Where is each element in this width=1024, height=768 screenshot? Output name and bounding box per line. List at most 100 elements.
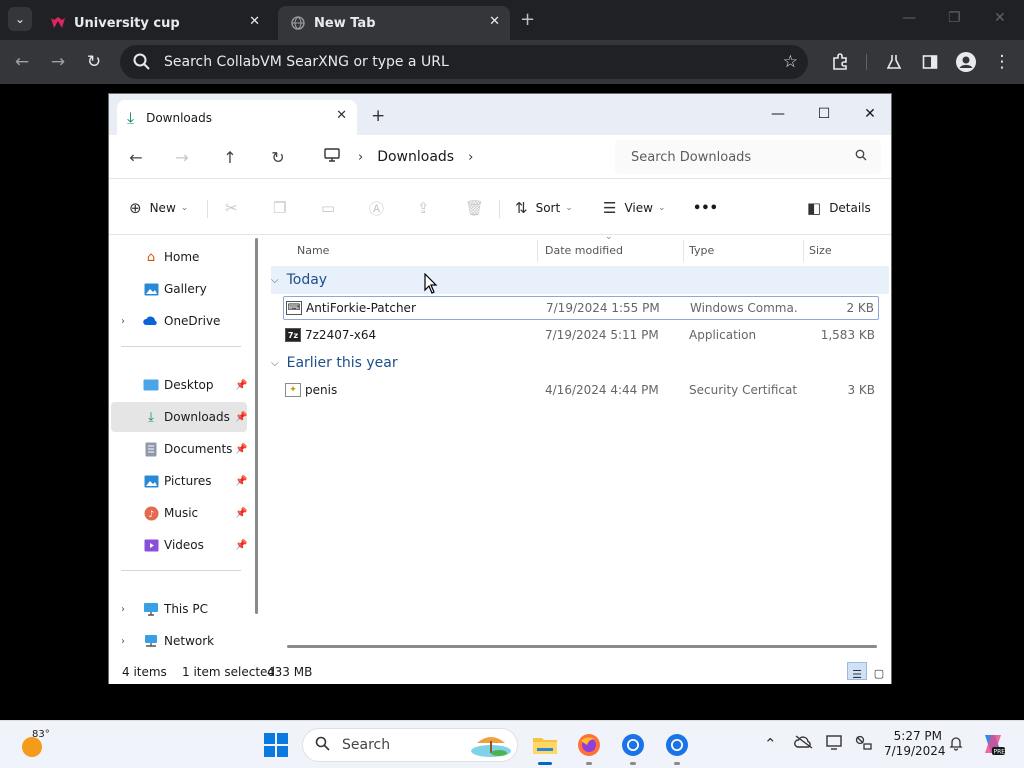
- notification-bell-icon[interactable]: [948, 735, 964, 755]
- paste-button[interactable]: ▭: [321, 196, 343, 220]
- close-tab-icon[interactable]: ✕: [489, 14, 500, 29]
- taskbar-search-box[interactable]: Search: [302, 728, 518, 762]
- copilot-pre-icon[interactable]: PRE: [980, 731, 1006, 761]
- sidebar-item-desktop[interactable]: Desktop 📌: [111, 370, 247, 400]
- browser-tab-university-cup[interactable]: University cup ✕: [38, 6, 270, 40]
- reload-icon[interactable]: ↻: [82, 50, 106, 74]
- refresh-icon[interactable]: ↻: [265, 145, 291, 169]
- copy-button[interactable]: ❐: [273, 196, 294, 220]
- pin-icon[interactable]: 📌: [235, 444, 247, 455]
- close-window-icon[interactable]: ✕: [994, 10, 1006, 26]
- breadcrumb-downloads[interactable]: Downloads: [377, 149, 454, 165]
- pin-icon[interactable]: 📌: [235, 412, 247, 423]
- column-header-type[interactable]: Type: [689, 236, 714, 264]
- show-hidden-icons-chevron-up-icon[interactable]: ⌃: [764, 735, 777, 753]
- new-tab-button[interactable]: +: [520, 9, 535, 30]
- file-row-antiforkie-patcher[interactable]: ⌨ AntiForkie-Patcher 7/19/2024 1:55 PM W…: [283, 296, 879, 320]
- share-button[interactable]: ⇪: [417, 196, 438, 220]
- file-row-penis[interactable]: ✦ penis 4/16/2024 4:44 PM Security Certi…: [283, 379, 879, 403]
- column-divider[interactable]: [683, 240, 684, 262]
- minimize-icon[interactable]: —: [763, 102, 793, 126]
- tiles-view-button[interactable]: ▢: [869, 662, 889, 680]
- cut-button[interactable]: ✂: [225, 196, 246, 220]
- sidebar-item-music[interactable]: ♪ Music 📌: [111, 498, 247, 528]
- breadcrumb-chevron-icon[interactable]: ›: [358, 150, 363, 165]
- delete-button[interactable]: 🗑: [465, 196, 492, 220]
- explorer-tab-downloads[interactable]: ⤓ Downloads ✕: [117, 100, 357, 135]
- column-divider[interactable]: [803, 240, 804, 262]
- close-tab-icon[interactable]: ✕: [249, 14, 260, 29]
- more-menu-icon[interactable]: ⋮: [990, 50, 1014, 74]
- breadcrumb-chevron-icon[interactable]: ›: [468, 150, 473, 165]
- browser-tab-new-tab[interactable]: New Tab ✕: [278, 6, 510, 40]
- weather-widget[interactable]: 83°: [20, 729, 50, 757]
- pin-icon[interactable]: 📌: [235, 508, 247, 519]
- omnibox[interactable]: ☆: [120, 45, 808, 79]
- sidebar-item-videos[interactable]: Videos 📌: [111, 530, 247, 560]
- file-row-7z2407-x64[interactable]: 7z 7z2407-x64 7/19/2024 5:11 PM Applicat…: [283, 324, 879, 348]
- extensions-puzzle-icon[interactable]: [828, 50, 852, 74]
- start-button-windows-icon[interactable]: [264, 733, 288, 757]
- new-button[interactable]: ⊕ New ⌄: [129, 196, 188, 220]
- details-pane-button[interactable]: ◧ Details: [807, 196, 871, 220]
- back-arrow-icon[interactable]: ←: [10, 50, 34, 74]
- explorer-search-box[interactable]: [615, 140, 881, 174]
- group-header-earlier-this-year[interactable]: ⌵ Earlier this year: [271, 349, 398, 377]
- taskbar-firefox[interactable]: [574, 730, 604, 765]
- details-view-button[interactable]: ☰: [847, 662, 867, 681]
- address-bar[interactable]: › Downloads ›: [314, 140, 606, 174]
- pin-icon[interactable]: 📌: [235, 540, 247, 551]
- restore-icon[interactable]: ❐: [948, 10, 961, 26]
- column-header-name[interactable]: Name: [297, 236, 329, 264]
- back-arrow-icon[interactable]: ←: [123, 145, 149, 169]
- sidebar-item-documents[interactable]: Documents 📌: [111, 434, 247, 464]
- sidebar-item-onedrive[interactable]: › OneDrive: [111, 306, 247, 336]
- column-header-date-modified[interactable]: Date modified: [545, 236, 623, 264]
- display-settings-icon[interactable]: [826, 735, 844, 755]
- sidebar-item-gallery[interactable]: Gallery: [111, 274, 247, 304]
- profile-avatar-icon[interactable]: [954, 50, 978, 74]
- sidebar-item-this-pc[interactable]: › This PC: [111, 594, 247, 624]
- sidebar-item-label: Network: [164, 634, 215, 648]
- expand-chevron-icon[interactable]: ›: [121, 636, 125, 647]
- group-header-today[interactable]: ⌵ Today: [271, 266, 889, 294]
- pin-icon[interactable]: 📌: [235, 476, 247, 487]
- column-divider[interactable]: [537, 240, 538, 262]
- bookmark-star-icon[interactable]: ☆: [783, 52, 798, 72]
- sort-button[interactable]: ⇅ Sort ⌄: [515, 196, 573, 220]
- labs-flask-icon[interactable]: [882, 50, 906, 74]
- view-button[interactable]: ☰ View ⌄: [603, 196, 665, 220]
- onedrive-offline-icon[interactable]: [794, 735, 814, 753]
- more-options-button[interactable]: •••: [693, 196, 718, 220]
- rename-button[interactable]: Ⓐ: [369, 196, 392, 220]
- omnibox-input[interactable]: [164, 54, 764, 70]
- sidebar-item-network[interactable]: › Network: [111, 626, 247, 656]
- column-header-size[interactable]: Size: [809, 236, 832, 264]
- globe-icon: [290, 15, 306, 31]
- sidebar-scrollbar[interactable]: [255, 238, 258, 614]
- new-tab-button[interactable]: +: [371, 106, 385, 126]
- close-window-icon[interactable]: ✕: [855, 102, 885, 126]
- taskbar-chrome[interactable]: [618, 730, 648, 765]
- tab-search-button[interactable]: ⌄: [8, 7, 32, 31]
- expand-chevron-icon[interactable]: ›: [121, 316, 125, 327]
- up-arrow-icon[interactable]: ↑: [217, 145, 243, 169]
- pin-icon[interactable]: 📌: [235, 380, 247, 391]
- close-tab-icon[interactable]: ✕: [336, 108, 347, 123]
- rename-icon: Ⓐ: [369, 199, 385, 218]
- forward-arrow-icon[interactable]: →: [46, 50, 70, 74]
- taskbar-clock[interactable]: 5:27 PM 7/19/2024: [884, 729, 946, 759]
- minimize-icon[interactable]: —: [902, 10, 916, 26]
- explorer-search-input[interactable]: [631, 149, 841, 165]
- side-panel-icon[interactable]: [918, 50, 942, 74]
- sidebar-item-downloads[interactable]: ⤓ Downloads 📌: [111, 402, 247, 432]
- expand-chevron-icon[interactable]: ›: [121, 604, 125, 615]
- forward-arrow-icon[interactable]: →: [169, 145, 195, 169]
- network-status-icon[interactable]: [854, 735, 872, 755]
- horizontal-scrollbar[interactable]: [287, 645, 877, 648]
- taskbar-file-explorer[interactable]: [530, 730, 560, 765]
- sidebar-item-home[interactable]: ⌂ Home: [111, 242, 247, 272]
- taskbar-chrome-second[interactable]: [662, 730, 692, 765]
- maximize-icon[interactable]: ☐: [809, 102, 839, 126]
- sidebar-item-pictures[interactable]: Pictures 📌: [111, 466, 247, 496]
